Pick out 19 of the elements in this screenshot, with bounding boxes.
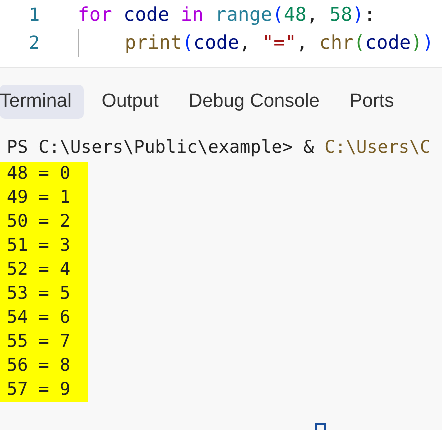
output-line: 53 = 5	[7, 283, 72, 306]
code-line: print(code, "=", chr(code))	[125, 30, 434, 56]
output-line: 54 = 6	[7, 307, 72, 330]
panel-tab[interactable]: Output	[90, 85, 171, 119]
line-number: 1	[28, 4, 40, 28]
output-line: 52 = 4	[7, 259, 72, 282]
code-line: for code in range(48, 58):	[78, 2, 376, 28]
output-line: 51 = 3	[7, 235, 72, 258]
output-line: 49 = 1	[7, 187, 72, 210]
panel-tab[interactable]: Ports	[338, 85, 406, 119]
output-line: 50 = 2	[7, 211, 72, 234]
output-line: 56 = 8	[7, 355, 72, 378]
panel-tab[interactable]: Debug Console	[176, 85, 332, 119]
output-line: 48 = 0	[7, 163, 72, 186]
output-line: 55 = 7	[7, 331, 72, 354]
line-number: 2	[28, 32, 40, 56]
terminal-prompt: PS C:\Users\Public\example> & C:\Users\C	[6, 137, 432, 160]
output-line: 57 = 9	[7, 379, 72, 402]
panel-tab[interactable]: Terminal	[0, 85, 84, 119]
